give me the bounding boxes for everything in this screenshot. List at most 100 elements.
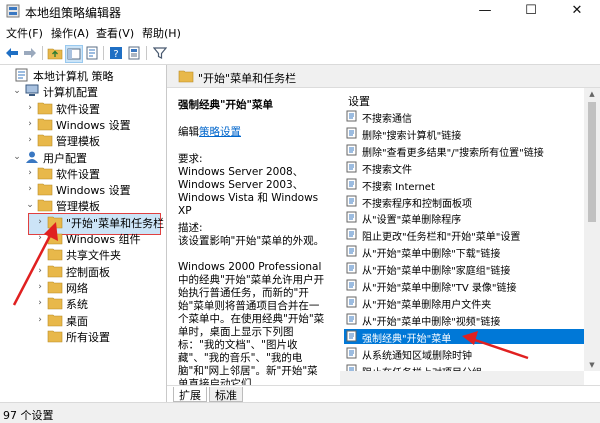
- setting-label: 从"设置"菜单删除程序: [362, 215, 462, 227]
- setting-row[interactable]: 不搜索程序和控制面板项: [344, 194, 584, 210]
- scroll-up-icon[interactable]: ▲: [584, 88, 600, 100]
- minimize-button[interactable]: —: [462, 0, 508, 22]
- tree-item[interactable]: › Windows 设置: [0, 181, 166, 198]
- expand-chevron-icon[interactable]: ›: [35, 232, 45, 244]
- expand-chevron-icon[interactable]: ›: [25, 134, 35, 146]
- policy-settings-link[interactable]: 策略设置: [199, 126, 241, 138]
- setting-row[interactable]: 从"开始"菜单中删除"TV 录像"链接: [344, 278, 584, 294]
- policy-setting-icon: [346, 279, 357, 291]
- setting-row[interactable]: 从"开始"菜单中删除"下载"链接: [344, 244, 584, 261]
- setting-row[interactable]: 从系统通知区域删除时钟: [344, 346, 584, 362]
- help-icon[interactable]: ?: [108, 45, 124, 61]
- tree-item-label: Windows 设置: [56, 118, 131, 132]
- expand-chevron-icon[interactable]: ›: [35, 281, 45, 293]
- setting-row[interactable]: 从"开始"菜单删除用户文件夹: [344, 295, 584, 311]
- setting-row[interactable]: 阻止更改"任务栏和"开始"菜单"设置: [344, 227, 584, 244]
- forward-arrow-icon[interactable]: [22, 45, 38, 61]
- tree-item[interactable]: › 软件设置: [0, 100, 166, 117]
- tree-item[interactable]: › "开始"菜单和任务栏: [0, 214, 166, 231]
- tree-item[interactable]: › 桌面: [0, 312, 166, 329]
- setting-row[interactable]: 从"开始"菜单中删除"家庭组"链接: [344, 261, 584, 277]
- setting-row[interactable]: 从"设置"菜单删除程序: [344, 210, 584, 227]
- maximize-button[interactable]: ☐: [508, 0, 554, 22]
- policy-setting-icon: [346, 127, 357, 139]
- expand-chevron-icon[interactable]: ›: [25, 118, 35, 130]
- export-list-icon[interactable]: [84, 45, 100, 61]
- setting-label: 删除"搜索计算机"链接: [362, 130, 462, 142]
- expand-chevron-icon[interactable]: ›: [25, 102, 35, 114]
- folder-icon: [47, 281, 63, 294]
- tab-standard[interactable]: 标准: [209, 387, 243, 402]
- horizontal-scrollbar[interactable]: [340, 371, 584, 385]
- setting-row-selected[interactable]: 强制经典"开始"菜单: [344, 328, 584, 345]
- back-arrow-icon[interactable]: [4, 45, 20, 61]
- setting-row[interactable]: 从"开始"菜单中删除"视频"链接: [344, 312, 584, 328]
- setting-label: 阻止更改"任务栏和"开始"菜单"设置: [362, 232, 521, 244]
- close-button[interactable]: ✕: [554, 0, 600, 22]
- tree-item[interactable]: › 控制面板: [0, 263, 166, 280]
- setting-row[interactable]: 不搜索 Internet: [344, 177, 584, 193]
- scroll-down-icon[interactable]: ▼: [584, 359, 600, 371]
- tree-item-label: 控制面板: [66, 265, 110, 279]
- tree-item[interactable]: 本地计算机 策略: [0, 67, 166, 84]
- menu-view[interactable]: 查看(V): [96, 25, 134, 41]
- expand-chevron-icon[interactable]: ›: [35, 297, 45, 309]
- vertical-scrollbar[interactable]: ▲ ▼: [584, 88, 600, 371]
- tree-item[interactable]: › 管理模板: [0, 132, 166, 149]
- setting-row[interactable]: 删除"搜索计算机"链接: [344, 126, 584, 142]
- tree-item[interactable]: › Windows 设置: [0, 116, 166, 133]
- show-tree-icon[interactable]: [65, 45, 83, 63]
- tree-item[interactable]: ⌄ 管理模板: [0, 197, 166, 214]
- setting-label: 从"开始"菜单中删除"下载"链接: [362, 249, 501, 261]
- expand-chevron-icon[interactable]: ›: [35, 265, 45, 277]
- setting-row[interactable]: 不搜索通信: [344, 109, 584, 125]
- user-icon: [26, 151, 38, 163]
- policy-setting-icon: [346, 195, 357, 206]
- toolbar-separator: [103, 46, 104, 60]
- tree-item-label: 用户配置: [43, 151, 87, 165]
- scrollbar-thumb[interactable]: [588, 102, 596, 222]
- description-label: 描述:: [178, 222, 203, 234]
- expand-chevron-icon[interactable]: ›: [25, 167, 35, 179]
- menu-file[interactable]: 文件(F): [6, 25, 43, 41]
- folder-icon: [47, 248, 63, 261]
- filter-icon[interactable]: [152, 45, 168, 61]
- policy-setting-icon: [346, 161, 357, 173]
- setting-row[interactable]: 不搜索文件: [344, 160, 584, 176]
- setting-row[interactable]: 删除"查看更多结果"/"搜索所有位置"链接: [344, 143, 584, 159]
- setting-label: 阻止在任务栏上对项目分组: [362, 364, 482, 372]
- folder-icon: [47, 297, 63, 310]
- tree-item[interactable]: › Windows 组件: [0, 230, 166, 247]
- tree-item[interactable]: › 网络: [0, 279, 166, 296]
- policy-setting-icon: [346, 347, 357, 359]
- collapse-chevron-icon[interactable]: ⌄: [12, 85, 22, 97]
- collapse-chevron-icon[interactable]: ⌄: [12, 151, 22, 163]
- tree-item[interactable]: › 软件设置: [0, 165, 166, 182]
- tree-item[interactable]: ⌄ 用户配置: [0, 149, 166, 166]
- setting-row[interactable]: 阻止在任务栏上对项目分组: [344, 363, 584, 372]
- policy-setting-icon: [346, 330, 357, 342]
- settings-list: 设置 不搜索通信删除"搜索计算机"链接 删除"查看更多结果"/"搜索所有位置"链接…: [340, 88, 584, 371]
- expand-chevron-icon[interactable]: ›: [25, 183, 35, 195]
- setting-label: 从"开始"菜单中删除"视频"链接: [362, 316, 501, 328]
- expand-chevron-icon[interactable]: ›: [35, 314, 45, 326]
- up-folder-icon[interactable]: [47, 45, 63, 61]
- setting-label: 不搜索程序和控制面板项: [362, 198, 472, 210]
- folder-icon: [37, 118, 53, 131]
- settings-column-header[interactable]: 设置: [348, 93, 370, 109]
- tab-extended[interactable]: 扩展: [173, 387, 207, 402]
- edit-policy-line: 编辑策略设置: [178, 124, 241, 139]
- requirements-text: Windows Server 2008、Windows Server 2003、…: [178, 166, 319, 217]
- properties-icon[interactable]: [126, 45, 142, 61]
- tree-item[interactable]: 所有设置: [0, 328, 166, 345]
- tree-item[interactable]: › 系统: [0, 295, 166, 312]
- menu-action[interactable]: 操作(A): [51, 25, 89, 41]
- collapse-chevron-icon[interactable]: ⌄: [25, 199, 35, 211]
- tree-item[interactable]: 共享文件夹: [0, 246, 166, 263]
- tree-item[interactable]: ⌄ 计算机配置: [0, 83, 166, 100]
- expand-chevron-icon[interactable]: ›: [35, 216, 45, 228]
- menu-help[interactable]: 帮助(H): [142, 25, 181, 41]
- folder-icon: [37, 200, 53, 212]
- requirements-label: 要求:: [178, 153, 203, 165]
- policy-title: 强制经典"开始"菜单: [178, 99, 273, 111]
